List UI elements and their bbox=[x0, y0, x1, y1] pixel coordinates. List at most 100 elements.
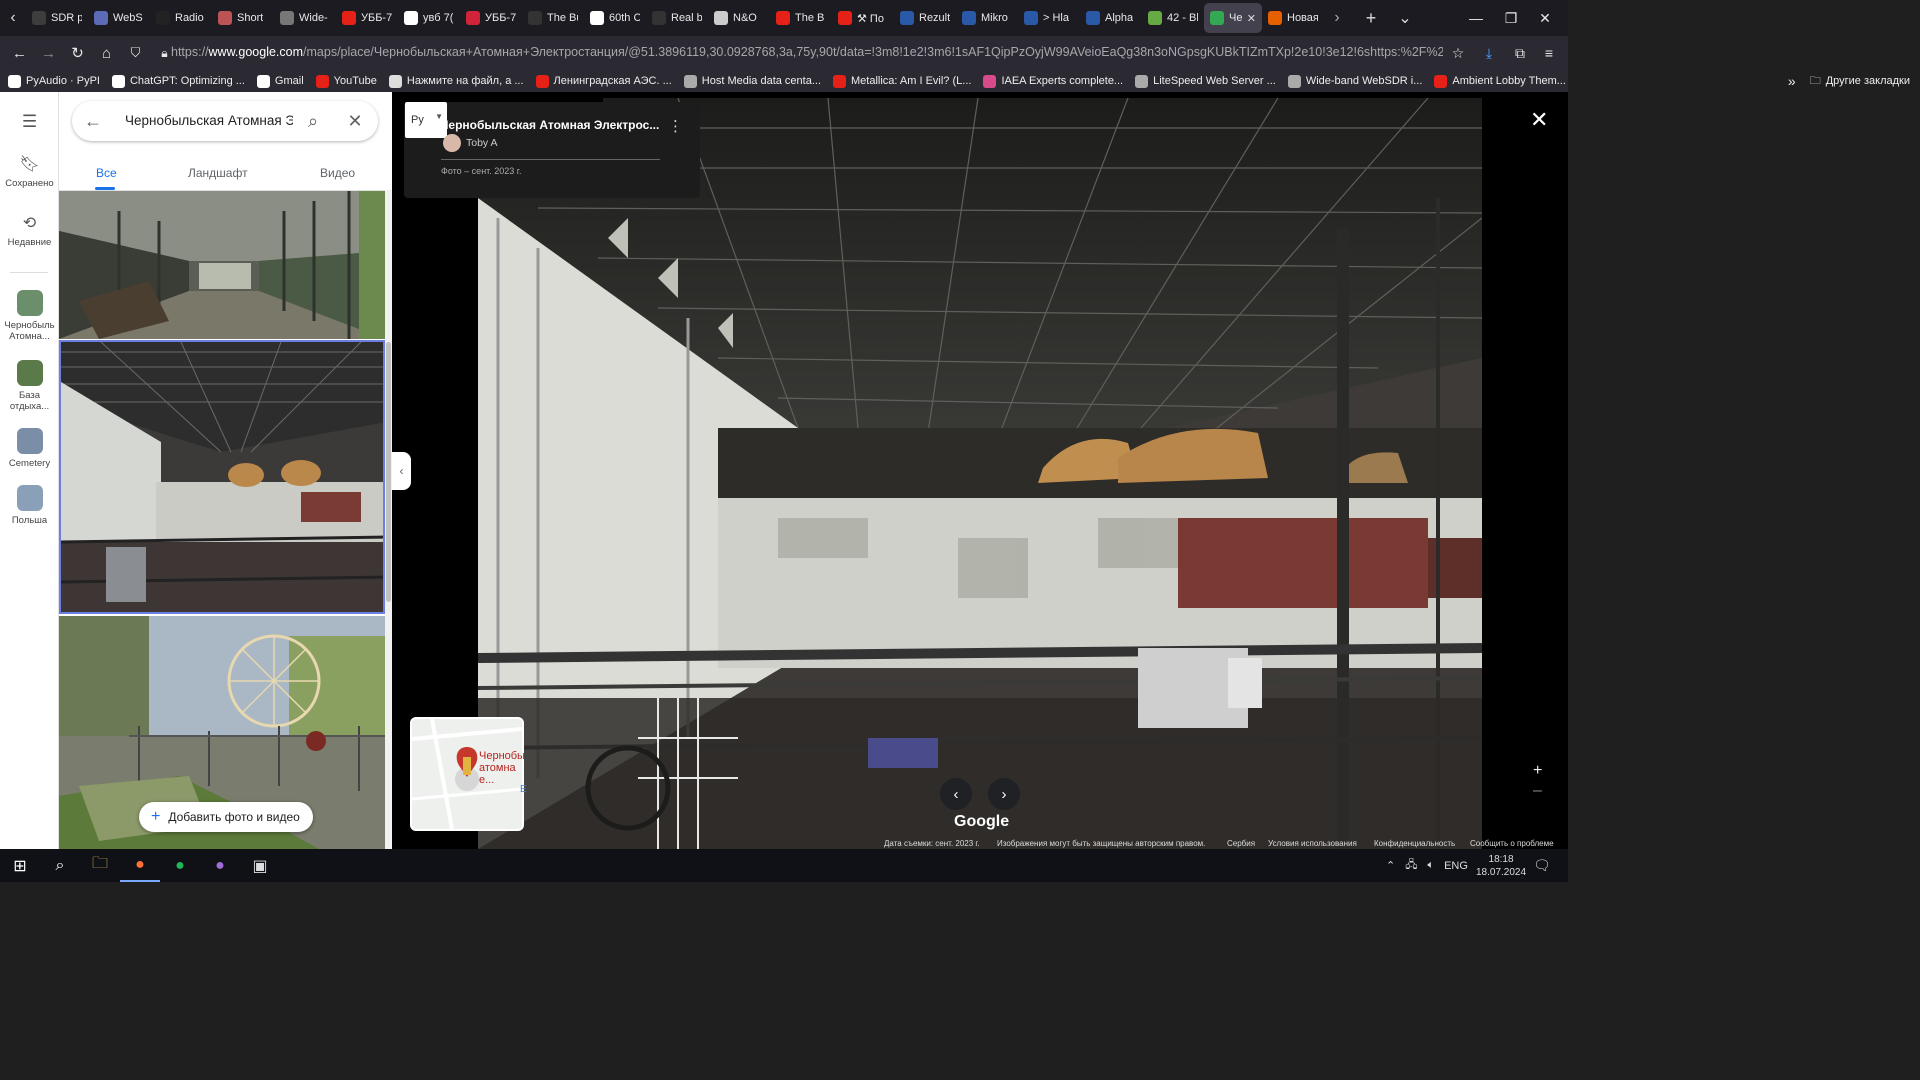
bookmarks-overflow-button[interactable]: » bbox=[1788, 73, 1796, 89]
clock[interactable]: 18:18 18.07.2024 bbox=[1476, 849, 1526, 882]
hamburger-menu-icon[interactable]: ☰ bbox=[0, 112, 59, 132]
browser-tab[interactable]: Чер ✕ bbox=[1204, 3, 1262, 33]
close-viewer-button[interactable]: ✕ bbox=[1530, 107, 1548, 133]
browser-tab[interactable]: WebS bbox=[88, 3, 150, 33]
photo-author[interactable]: Toby A bbox=[466, 137, 498, 149]
input-language[interactable]: ENG bbox=[1444, 860, 1468, 872]
firefox-icon[interactable]: ● bbox=[120, 849, 160, 882]
browser-tab[interactable]: УББ-7 bbox=[336, 3, 398, 33]
browser-tab[interactable]: Real b bbox=[646, 3, 708, 33]
messenger-icon[interactable]: ● bbox=[200, 849, 240, 882]
back-button[interactable]: ← bbox=[5, 38, 34, 68]
bookmark-item[interactable]: PyAudio · PyPI bbox=[8, 74, 100, 88]
browser-tab[interactable]: Rezult bbox=[894, 3, 956, 33]
browser-tab[interactable]: Mikro bbox=[956, 3, 1018, 33]
region-link[interactable]: Сербия bbox=[1227, 839, 1255, 848]
bookmark-item[interactable]: Metallica: Am I Evil? (L... bbox=[833, 74, 971, 88]
browser-tab[interactable]: Wide- bbox=[274, 3, 336, 33]
place-label: Cemetery bbox=[8, 458, 51, 469]
notifications-icon[interactable]: 🗨︎ bbox=[1533, 849, 1551, 882]
reload-button[interactable]: ↻ bbox=[63, 38, 92, 68]
close-icon[interactable]: ✕ bbox=[344, 110, 366, 132]
recent-button[interactable]: ⟲ Недавние bbox=[0, 213, 59, 248]
other-bookmarks-button[interactable]: 🗀 Другие закладки bbox=[1810, 72, 1910, 91]
close-tab-icon[interactable]: ✕ bbox=[1247, 12, 1256, 25]
browser-tab[interactable]: Alpha bbox=[1080, 3, 1142, 33]
bookmark-item[interactable]: Host Media data centa... bbox=[683, 74, 821, 88]
menu-icon[interactable]: ≡ bbox=[1534, 36, 1564, 70]
recent-place-item[interactable]: Чернобыль Атомна... bbox=[0, 290, 59, 342]
bookmark-item[interactable]: Ленинградская АЭС. ... bbox=[535, 74, 672, 88]
photo-thumbnail-corridor[interactable] bbox=[59, 191, 385, 339]
bookmark-item[interactable]: Ambient Lobby Them... bbox=[1434, 74, 1566, 88]
new-tab-button[interactable]: + bbox=[1358, 0, 1384, 36]
downloads-icon[interactable]: ⤓ bbox=[1474, 36, 1504, 70]
tab-video[interactable]: Видео bbox=[320, 166, 355, 180]
tab-all[interactable]: Все bbox=[96, 166, 117, 180]
search-icon[interactable]: ⌕ bbox=[302, 110, 324, 132]
shield-icon[interactable]: ⛉ bbox=[121, 38, 150, 68]
browser-tab[interactable]: Новая bbox=[1262, 3, 1324, 33]
tab-scroll-left-button[interactable]: ‹ bbox=[0, 0, 26, 36]
saved-button[interactable]: 🔖︎ Сохранено bbox=[0, 154, 59, 189]
browser-tab[interactable]: 60th C bbox=[584, 3, 646, 33]
volume-icon[interactable]: 🔈︎ bbox=[1427, 859, 1434, 872]
browser-tab[interactable]: Radio bbox=[150, 3, 212, 33]
search-icon[interactable]: ⌕ bbox=[40, 849, 80, 882]
more-options-icon[interactable]: ⋮ bbox=[668, 117, 683, 135]
extensions-icon[interactable]: ⧉ bbox=[1505, 36, 1535, 70]
browser-tab[interactable]: The Bu bbox=[522, 3, 584, 33]
next-photo-button[interactable]: › bbox=[988, 778, 1020, 810]
youtube-icon bbox=[315, 74, 329, 88]
tab-scroll-right-button[interactable]: › bbox=[1324, 0, 1350, 36]
spotify-icon[interactable]: ● bbox=[160, 849, 200, 882]
avatar[interactable] bbox=[443, 134, 461, 152]
bookmark-item[interactable]: Wide-band WebSDR i... bbox=[1287, 74, 1422, 88]
network-icon[interactable]: 🖧︎ bbox=[1405, 856, 1417, 875]
zoom-in-button[interactable]: + bbox=[1533, 762, 1542, 780]
recent-place-item[interactable]: Польша bbox=[0, 485, 59, 526]
bookmark-item[interactable]: LiteSpeed Web Server ... bbox=[1135, 74, 1276, 88]
app-icon[interactable]: ▣ bbox=[240, 849, 280, 882]
address-bar[interactable]: https://www.google.com/maps/place/Черноб… bbox=[171, 45, 1443, 59]
browser-tab[interactable]: SDR p bbox=[26, 3, 88, 33]
bookmark-item[interactable]: YouTube bbox=[315, 74, 377, 88]
bookmark-star-icon[interactable]: ☆ bbox=[1443, 36, 1473, 70]
collapse-panel-button[interactable]: ‹ bbox=[392, 452, 411, 490]
panel-scrollbar-thumb[interactable] bbox=[386, 342, 391, 602]
windows-start-icon[interactable]: ⊞ bbox=[0, 849, 40, 882]
place-title[interactable]: Чернобыльская Атомная Электрос... bbox=[440, 118, 659, 132]
forward-button[interactable]: → bbox=[34, 38, 63, 68]
browser-tab[interactable]: УББ-7 bbox=[460, 3, 522, 33]
recent-place-item[interactable]: База отдыха... bbox=[0, 360, 59, 412]
close-window-button[interactable]: ✕ bbox=[1522, 0, 1568, 36]
report-problem-link[interactable]: Сообщить о проблеме bbox=[1470, 839, 1554, 848]
recent-place-item[interactable]: Cemetery bbox=[0, 428, 59, 469]
browser-tab[interactable]: 42 - Bl bbox=[1142, 3, 1204, 33]
home-button[interactable]: ⌂ bbox=[92, 38, 121, 68]
bookmark-item[interactable]: IAEA Experts complete... bbox=[983, 74, 1123, 88]
back-arrow-icon[interactable]: ← bbox=[82, 110, 104, 132]
privacy-link[interactable]: Конфиденциальность bbox=[1374, 839, 1455, 848]
browser-tab[interactable]: > Hla bbox=[1018, 3, 1080, 33]
bookmark-item[interactable]: ChatGPT: Optimizing ... bbox=[111, 74, 245, 88]
browser-tab[interactable]: Short bbox=[212, 3, 274, 33]
tab-list-button[interactable]: ⌄ bbox=[1392, 0, 1418, 36]
browser-tab[interactable]: ⚒ По bbox=[832, 3, 894, 33]
browser-tab[interactable]: N&O bbox=[708, 3, 770, 33]
browser-tab[interactable]: увб 7( bbox=[398, 3, 460, 33]
search-input[interactable]: Чернобыльская Атомная Электростанция bbox=[125, 113, 293, 128]
previous-photo-button[interactable]: ‹ bbox=[940, 778, 972, 810]
add-photo-video-button[interactable]: + Добавить фото и видео bbox=[139, 802, 313, 832]
zoom-out-button[interactable]: – bbox=[1533, 782, 1542, 800]
browser-tab[interactable]: The B bbox=[770, 3, 832, 33]
search-box[interactable]: ← Чернобыльская Атомная Электростанция ⌕… bbox=[72, 101, 378, 141]
tray-chevron-icon[interactable]: ⌃ bbox=[1386, 859, 1395, 872]
tab-landscape[interactable]: Ландшафт bbox=[188, 166, 248, 180]
bookmark-item[interactable]: Нажмите на файл, а ... bbox=[388, 74, 524, 88]
photo-thumbnail-turbine-hall[interactable] bbox=[59, 340, 385, 614]
bookmark-item[interactable]: Gmail bbox=[256, 74, 304, 88]
terms-link[interactable]: Условия использования bbox=[1268, 839, 1357, 848]
turbine-hall-photo[interactable] bbox=[478, 98, 1482, 849]
file-explorer-icon[interactable]: 🗀 bbox=[80, 849, 120, 882]
